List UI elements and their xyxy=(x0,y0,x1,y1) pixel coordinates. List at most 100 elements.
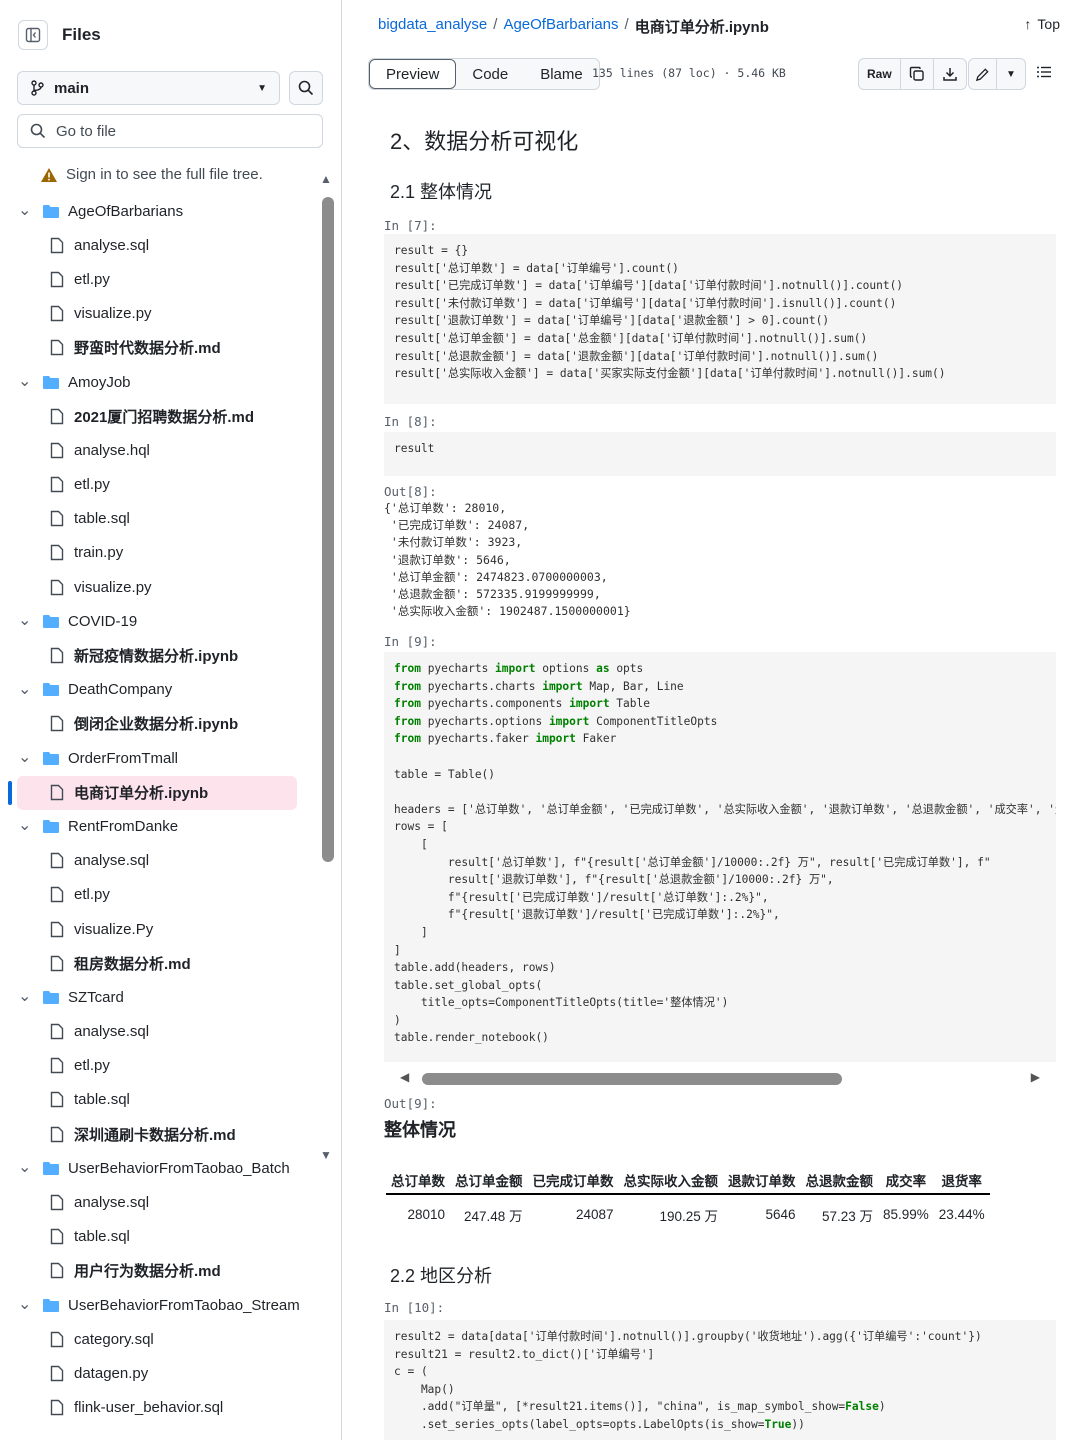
scroll-right-arrow-icon[interactable]: ▶ xyxy=(1031,1070,1040,1084)
chevron-down-icon[interactable]: ⌄ xyxy=(18,818,32,834)
chevron-down-icon[interactable]: ⌄ xyxy=(18,750,32,766)
tree-file-item[interactable]: etl.py xyxy=(0,878,320,912)
tree-item-label: 深圳通刷卡数据分析.md xyxy=(74,1126,236,1144)
tree-item-label: visualize.py xyxy=(74,305,152,323)
tree-item-label: 2021厦门招聘数据分析.md xyxy=(74,408,255,426)
tree-folder-item[interactable]: ⌄ UserBehaviorFromTaobao_Batch xyxy=(0,1151,320,1185)
tree-file-item[interactable]: datagen.py xyxy=(0,1356,320,1390)
tree-file-item[interactable]: visualize.py xyxy=(0,297,320,331)
tree-file-item[interactable]: visualize.Py xyxy=(0,912,320,946)
cell-horizontal-scrollbar[interactable]: ◀ ▶ xyxy=(400,1068,1040,1088)
copy-raw-button[interactable] xyxy=(901,59,934,89)
tree-item-label: 用户行为数据分析.md xyxy=(74,1263,221,1281)
tree-item-label: analyse.sql xyxy=(74,1194,150,1212)
chevron-down-icon[interactable]: ⌄ xyxy=(18,203,32,219)
tree-item-label: OrderFromTmall xyxy=(68,749,179,767)
table-cell: 23.44% xyxy=(938,1207,985,1222)
signin-notice[interactable]: Sign in to see the full file tree. xyxy=(40,166,263,183)
folder-icon xyxy=(42,682,60,697)
branch-selector[interactable]: main ▼ xyxy=(17,71,280,105)
blame-tab[interactable]: Blame xyxy=(524,59,599,89)
subsection-heading: 2.1 整体情况 xyxy=(390,182,493,202)
tree-file-item[interactable]: etl.py xyxy=(0,1049,320,1083)
edit-file-button[interactable] xyxy=(969,59,997,89)
code-cell-9: from pyecharts import options as opts fr… xyxy=(384,652,1056,1062)
tree-folder-item[interactable]: ⌄ RentFromDanke xyxy=(0,809,320,843)
tree-file-item[interactable]: 电商订单分析.ipynb xyxy=(0,775,320,811)
tree-file-item[interactable]: 倒闭企业数据分析.ipynb xyxy=(0,707,320,741)
file-icon xyxy=(50,408,64,425)
tree-file-item[interactable]: analyse.sql xyxy=(0,844,320,878)
tree-file-item[interactable]: table.sql xyxy=(0,1220,320,1254)
tree-file-item[interactable]: etl.py xyxy=(0,262,320,296)
chevron-down-icon[interactable]: ⌄ xyxy=(18,613,32,629)
file-action-group: Raw xyxy=(858,58,967,90)
tree-file-item[interactable]: table.sql xyxy=(0,502,320,536)
tree-file-item[interactable]: train.py xyxy=(0,536,320,570)
tree-file-item[interactable]: etl.py xyxy=(0,468,320,502)
tree-folder-item[interactable]: ⌄ AmoyJob xyxy=(0,365,320,399)
file-icon xyxy=(50,715,64,732)
tree-folder-item[interactable]: ⌄ COVID-19 xyxy=(0,604,320,638)
tree-file-item[interactable]: analyse.sql xyxy=(0,228,320,262)
caret-down-icon: ▼ xyxy=(1006,68,1016,80)
cell-scrollbar-thumb[interactable] xyxy=(422,1073,842,1085)
tree-file-item[interactable]: 野蛮时代数据分析.md xyxy=(0,331,320,365)
tree-file-item[interactable]: analyse.sql xyxy=(0,1185,320,1219)
tree-folder-item[interactable]: ⌄ UserBehaviorFromTaobao_Stream xyxy=(0,1288,320,1322)
tree-item-label: etl.py xyxy=(74,886,110,904)
chevron-down-icon[interactable]: ⌄ xyxy=(18,1160,32,1176)
preview-tab[interactable]: Preview xyxy=(369,59,457,89)
alert-icon xyxy=(41,167,57,182)
tree-file-item[interactable]: visualize.py xyxy=(0,570,320,604)
back-to-top-button[interactable]: ↑ Top xyxy=(1024,16,1060,32)
chevron-down-icon[interactable]: ⌄ xyxy=(18,989,32,1005)
search-files-button[interactable] xyxy=(289,71,323,105)
tree-folder-item[interactable]: ⌄ DeathCompany xyxy=(0,673,320,707)
breadcrumb-folder-link[interactable]: AgeOfBarbarians xyxy=(503,16,618,37)
tree-file-item[interactable]: 租房数据分析.md xyxy=(0,946,320,980)
file-icon xyxy=(50,1194,64,1211)
output-cell-8: {'总订单数': 28010, '已完成订单数': 24087, '未付款订单数… xyxy=(384,501,631,619)
output-summary-table: 总订单数 总订单金额 已完成订单数 总实际收入金额 退款订单数 总退款金额 成交率 退货率 2… xyxy=(386,1166,990,1234)
edit-options-dropdown[interactable]: ▼ xyxy=(997,59,1025,89)
scroll-up-arrow-icon[interactable]: ▲ xyxy=(320,172,332,186)
branch-name: main xyxy=(54,79,90,97)
scroll-left-arrow-icon[interactable]: ◀ xyxy=(400,1070,409,1084)
download-button[interactable] xyxy=(934,59,966,89)
collapse-sidebar-button[interactable] xyxy=(18,20,48,50)
code-cell-7: result = {} result['总订单数'] = data['订单编号'… xyxy=(384,234,1056,404)
search-icon xyxy=(298,80,314,96)
symbols-outline-button[interactable] xyxy=(1036,64,1052,85)
table-header-cell: 总实际收入金额 xyxy=(618,1166,723,1195)
go-to-file-input[interactable]: Go to file xyxy=(17,114,323,148)
folder-icon xyxy=(42,1161,60,1176)
arrow-up-icon: ↑ xyxy=(1024,16,1032,32)
table-cell: 190.25 万 xyxy=(659,1208,718,1224)
breadcrumb-current-file: 电商订单分析.ipynb xyxy=(634,19,769,36)
file-icon xyxy=(50,1126,64,1143)
chevron-down-icon[interactable]: ⌄ xyxy=(18,1297,32,1313)
tree-file-item[interactable]: 2021厦门招聘数据分析.md xyxy=(0,399,320,433)
list-unordered-icon xyxy=(1037,66,1051,78)
tree-file-item[interactable]: analyse.hql xyxy=(0,433,320,467)
tree-folder-item[interactable]: ⌄ SZTcard xyxy=(0,980,320,1014)
tree-item-label: 野蛮时代数据分析.md xyxy=(74,340,221,358)
tree-file-item[interactable]: flink-user_behavior.sql xyxy=(0,1391,320,1425)
chevron-down-icon[interactable]: ⌄ xyxy=(18,374,32,390)
tree-folder-item[interactable]: ⌄ AgeOfBarbarians xyxy=(0,194,320,228)
raw-button[interactable]: Raw xyxy=(859,59,901,89)
tree-file-item[interactable]: 新冠疫情数据分析.ipynb xyxy=(0,638,320,672)
tree-file-item[interactable]: table.sql xyxy=(0,1083,320,1117)
breadcrumb-separator: / xyxy=(493,16,498,33)
code-tab[interactable]: Code xyxy=(456,59,524,89)
tree-file-item[interactable]: analyse.sql xyxy=(0,1015,320,1049)
tree-file-item[interactable]: 用户行为数据分析.md xyxy=(0,1254,320,1288)
tree-file-item[interactable]: 深圳通刷卡数据分析.md xyxy=(0,1117,320,1151)
sidebar-scrollbar-thumb[interactable] xyxy=(322,197,334,862)
tree-folder-item[interactable]: ⌄ OrderFromTmall xyxy=(0,741,320,775)
tree-file-item[interactable]: category.sql xyxy=(0,1322,320,1356)
scroll-down-arrow-icon[interactable]: ▼ xyxy=(320,1148,332,1162)
breadcrumb-repo-link[interactable]: bigdata_analyse xyxy=(378,16,487,37)
chevron-down-icon[interactable]: ⌄ xyxy=(18,681,32,697)
